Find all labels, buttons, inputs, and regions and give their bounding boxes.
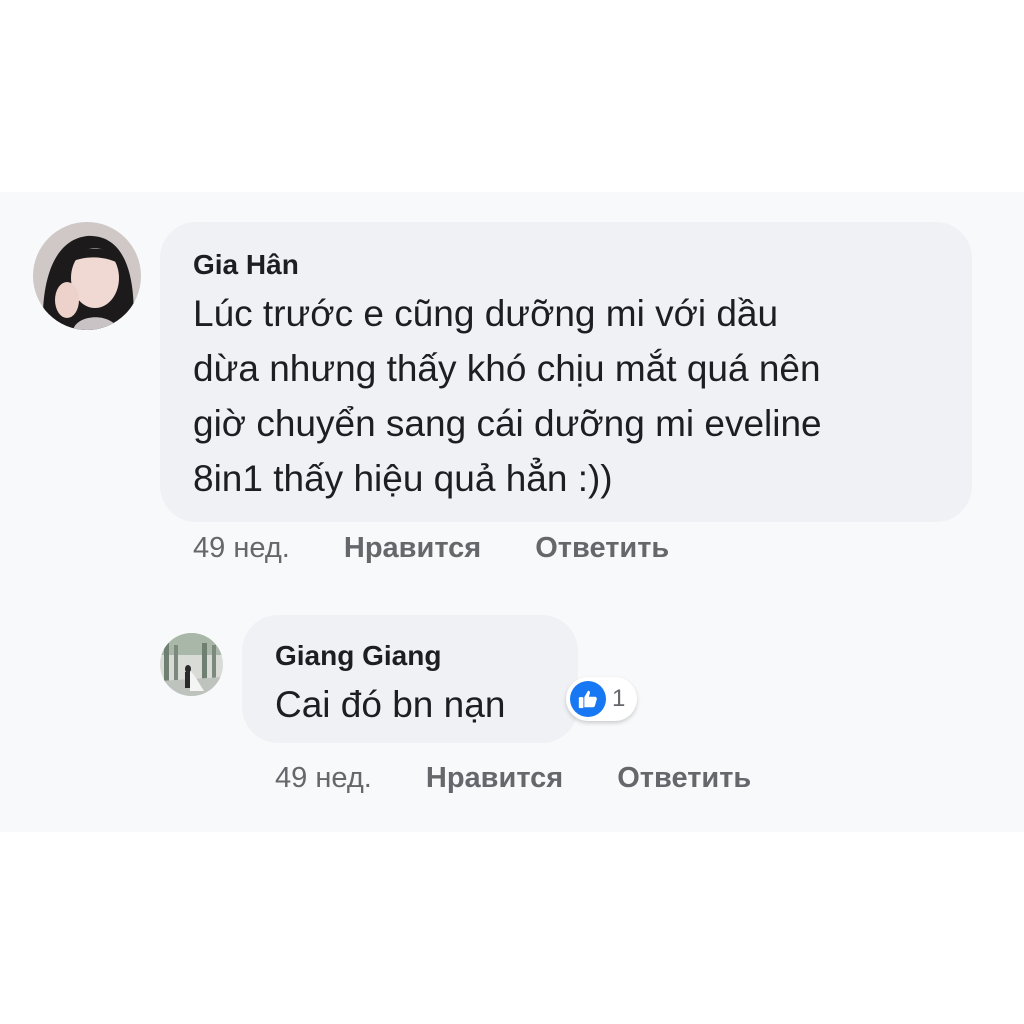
comment-thread: Gia Hân Lúc trước e cũng dưỡng mi với dầ… <box>0 192 1024 832</box>
comment-actions: 49 нед. Нравится Ответить <box>193 532 669 565</box>
comment-text: Cai đó bn nạn <box>275 684 506 725</box>
reply-button[interactable]: Ответить <box>617 762 751 795</box>
like-button[interactable]: Нравится <box>426 762 563 795</box>
comment-bubble: Gia Hân Lúc trước e cũng dưỡng mi với dầ… <box>160 222 972 522</box>
reaction-badge[interactable]: 1 <box>566 677 638 721</box>
thumbs-up-icon <box>570 681 606 717</box>
page: Gia Hân Lúc trước e cũng dưỡng mi với dầ… <box>0 0 1024 1024</box>
comment-timestamp[interactable]: 49 нед. <box>275 762 372 795</box>
avatar[interactable] <box>160 633 223 696</box>
reply-actions: 49 нед. Нравится Ответить <box>275 762 751 795</box>
comment-timestamp[interactable]: 49 нед. <box>193 532 290 565</box>
reaction-count: 1 <box>612 685 626 712</box>
comment-author[interactable]: Gia Hân <box>193 248 952 282</box>
reply-button[interactable]: Ответить <box>535 532 669 565</box>
avatar[interactable] <box>33 222 141 330</box>
comment-text: Lúc trước e cũng dưỡng mi với dầu dừa nh… <box>193 293 822 499</box>
comment-author[interactable]: Giang Giang <box>275 639 558 673</box>
like-button[interactable]: Нравится <box>344 532 481 565</box>
reply-bubble: Giang Giang Cai đó bn nạn <box>242 615 578 743</box>
